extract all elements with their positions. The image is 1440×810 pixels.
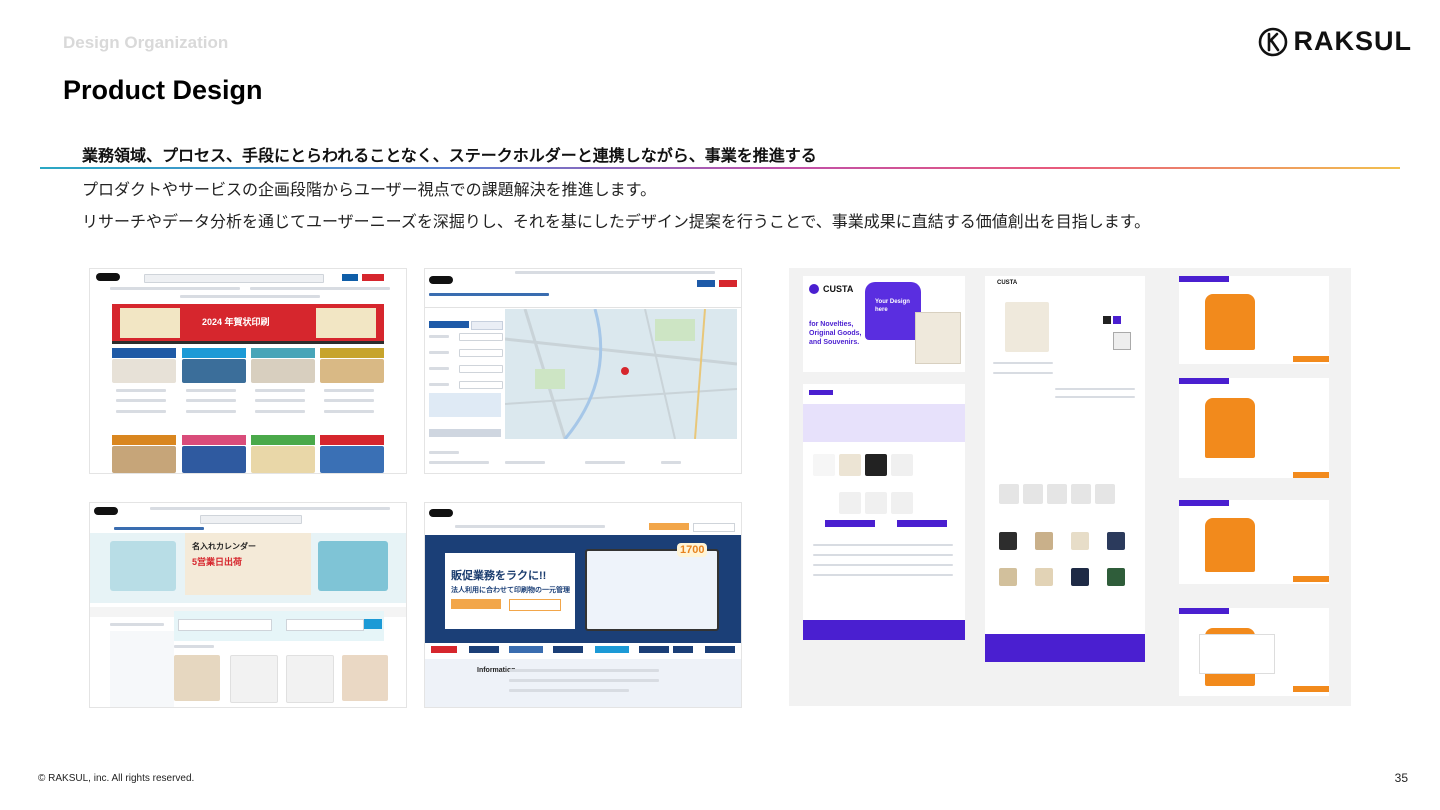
custa-tagline: for Novelties, Original Goods, and Souve… [809,321,862,346]
raksul-logo-icon [1258,27,1287,56]
map-roads-icon [504,308,738,440]
screenshot-novelty: 名入れカレンダー 5営業日出荷 [89,502,407,708]
screenshot-custa-panel: CUSTA for Novelties, Original Goods, and… [789,268,1351,706]
calendar-banner-text: 名入れカレンダー [192,542,256,551]
custa-logo-icon [809,284,819,294]
screenshot-map-search [424,268,742,474]
copyright: © RAKSUL, inc. All rights reserved. [38,773,195,784]
enterprise-subtext: 法人利用に合わせて印刷物の一元管理 [451,587,570,594]
page-number: 35 [1394,771,1408,785]
body-text-1: プロダクトやサービスの企画段階からユーザー視点での課題解決を推進します。 [82,182,657,199]
custa-shirt-text: Your Design here [875,299,910,313]
enterprise-headline: 販促業務をラクに!! [451,570,547,582]
raksul-logo-text: RAKSUL [1293,26,1412,56]
enterprise-badge: 1700 [677,543,708,557]
map-area [504,308,738,440]
banner-text: 2024 年賀状印刷 [202,317,270,327]
headline: 業務領域、プロセス、手段にとらわれることなく、ステークホルダーと連携しながら、事… [82,148,817,165]
custa-detail-brand: CUSTA [997,280,1018,286]
screenshot-enterprise: 販促業務をラクに!! 法人利用に合わせて印刷物の一元管理 1700 Inform… [424,502,742,708]
calendar-delivery-text: 5営業日出荷 [192,557,243,567]
raksul-logo: RAKSUL [1258,26,1413,57]
screenshot-raksul-top: 2024 年賀状印刷 [89,268,407,474]
section-label: Design Organization [63,33,229,52]
custa-brand: CUSTA [823,284,854,294]
body-text-2: リサーチやデータ分析を通じてユーザーニーズを深掘りし、それを基にしたデザイン提案… [82,214,1151,231]
page-title: Product Design [63,75,263,105]
gradient-divider [40,167,1400,169]
